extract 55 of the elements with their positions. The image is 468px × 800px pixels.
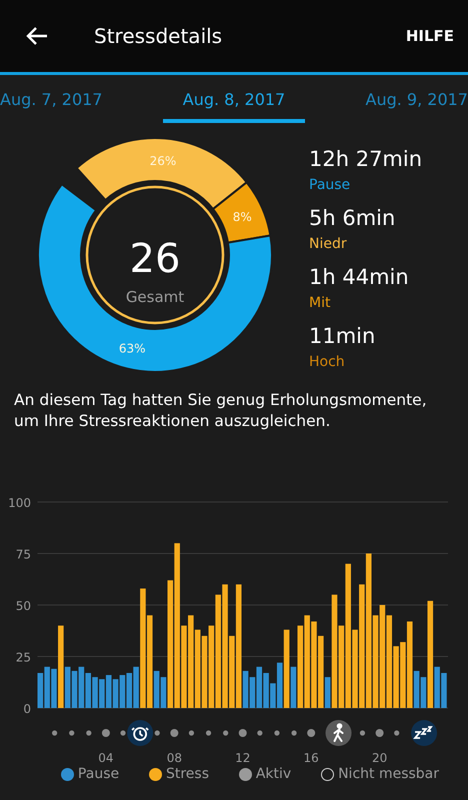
hour-dot — [291, 730, 297, 736]
stress-level-label: Pause — [309, 176, 352, 195]
hour-dot — [188, 730, 194, 736]
help-button[interactable]: HILFE — [402, 23, 458, 49]
legend-label: Stress — [166, 766, 209, 782]
hour-dot — [86, 730, 92, 736]
back-arrow-icon[interactable] — [25, 26, 49, 46]
legend-label: Aktiv — [256, 766, 292, 782]
hour-dot — [102, 729, 110, 737]
duration-value: 1h 44min — [309, 264, 410, 291]
hour-dot — [170, 729, 178, 737]
legend-label: Nicht messbar — [338, 766, 440, 782]
axis-label: 04 — [98, 751, 114, 765]
hour-dot — [307, 729, 316, 737]
axis-label: 16 — [304, 751, 319, 765]
hour-dot — [257, 730, 262, 736]
axis-label: 08 — [166, 751, 182, 765]
legend-label: Pause — [78, 766, 120, 782]
summary-message: An diesem Tag hatten Sie genug Erholungsmomente, um Ihre Stressreaktionen auszugleichen. — [14, 390, 428, 432]
percent-label: 8% — [232, 210, 252, 224]
hour-dot — [52, 730, 58, 736]
date-tab[interactable]: Aug. 9, 2017 — [366, 75, 468, 119]
axis-label: 20 — [372, 751, 388, 765]
duration-value: 12h 27min — [309, 146, 422, 173]
hour-dot — [394, 730, 400, 736]
hour-dot — [360, 730, 366, 736]
axis-label: 12 — [235, 751, 250, 765]
duration-value: 11min — [309, 323, 376, 350]
walk-marker-icon[interactable] — [326, 720, 352, 746]
percent-label: 63% — [118, 342, 146, 356]
axis-label: 25 — [16, 650, 31, 664]
screen-title: Stressdetails — [94, 24, 224, 48]
hour-dot — [376, 729, 384, 737]
hour-dot — [69, 730, 74, 736]
hour-dot — [154, 730, 160, 736]
axis-label: 0 — [23, 702, 31, 716]
score-label: Gesamt — [126, 288, 184, 306]
hour-dot — [206, 730, 212, 736]
stress-level-label: Niedr — [309, 235, 348, 254]
stress-level-label: Mit — [309, 294, 332, 313]
axis-label: 100 — [8, 496, 31, 510]
hour-dot — [223, 730, 228, 736]
stress-level-label: Hoch — [309, 353, 346, 372]
date-tab[interactable]: Aug. 8, 2017 — [162, 75, 306, 123]
hour-dot — [274, 730, 280, 736]
date-tab[interactable]: Aug. 7, 2017 — [0, 75, 102, 119]
stress-score: 26 — [130, 236, 180, 282]
sleep-marker-icon[interactable] — [411, 720, 438, 746]
hour-dot — [238, 729, 247, 737]
hour-dot — [120, 730, 126, 736]
duration-value: 5h 6min — [309, 205, 396, 232]
alarm-marker-icon[interactable] — [127, 720, 154, 746]
axis-label: 75 — [16, 548, 31, 562]
axis-label: 50 — [16, 599, 31, 613]
percent-label: 26% — [150, 154, 176, 168]
